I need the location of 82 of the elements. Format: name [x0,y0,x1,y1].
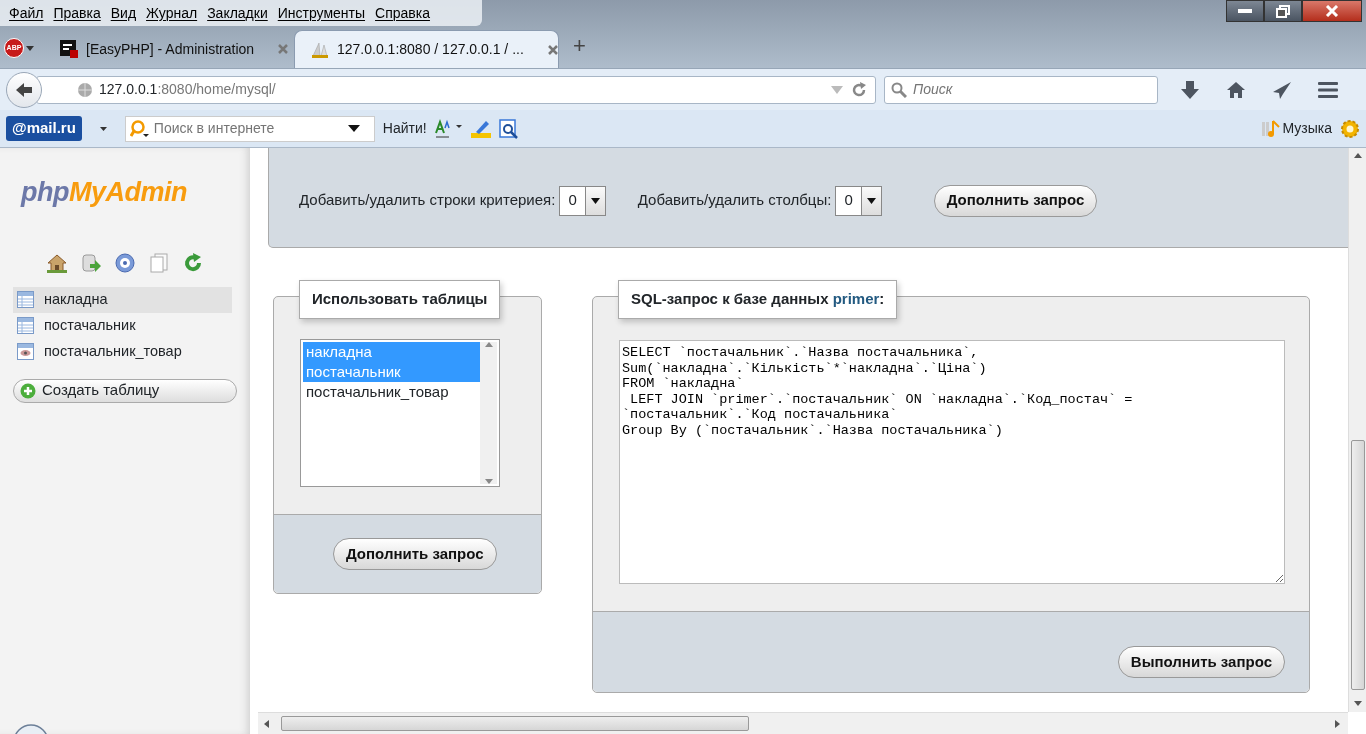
gear-icon[interactable] [1340,118,1360,139]
columns-label: Добавить/удалить столбцы: [637,190,832,211]
restore-icon [1276,4,1290,18]
sidebar-table-item[interactable]: накладна [13,286,232,313]
tab-title: 127.0.0.1:8080 / 127.0.0.1 / ... [337,40,524,59]
music-note-icon [1261,118,1282,139]
back-arrow-icon [15,81,33,98]
scroll-down-icon[interactable] [1354,701,1362,706]
sql-query-field[interactable]: SELECT `постачальник`.`Назва постачальника`, Sum(`накладна`.`Кількість`*`накладна`.`Ціна`) FROM `накладна` LEFT JOIN `primer`.`постачальник` ON `накладна`.`Код_постач` = `постачальник`.`Код постачальника` Group By (`постачальник`.`Назва постачальника`) [619,340,1285,584]
menu-item[interactable]: Вид [105,2,142,24]
dropdown-triangle-icon [831,85,843,94]
vertical-scrollbar[interactable] [1348,148,1366,712]
caret-icon [26,45,34,51]
font-size-icon[interactable] [434,118,463,139]
scroll-up-icon[interactable] [484,342,493,347]
address-field[interactable]: 127.0.0.1:8080/home/mysql/ [36,75,876,104]
highlighter-icon[interactable] [470,118,491,139]
menu-item[interactable]: Файл [4,2,49,24]
scroll-up-icon[interactable] [1354,153,1362,158]
close-icon [1325,5,1339,17]
address-text: 127.0.0.1:8080/home/mysql/ [99,80,276,99]
update-query-button[interactable]: Дополнить запрос [333,538,497,570]
update-query-button[interactable]: Дополнить запрос [933,184,1098,217]
phpmyadmin-logo[interactable]: phpMyAdmin [21,172,250,213]
dropdown-arrow-icon [866,197,876,204]
plus-icon [20,382,36,399]
minimize-button[interactable] [1226,0,1264,22]
new-tab-button[interactable]: + [573,29,586,62]
panel-legend: Использовать таблицы [299,280,501,319]
scroll-right-icon[interactable] [1335,720,1340,728]
tab-close-icon[interactable] [547,44,558,55]
find-button[interactable]: Найти! [382,118,427,139]
minimize-icon [1238,9,1252,13]
back-button[interactable] [6,71,42,108]
create-table-button[interactable]: Создать таблицу [13,378,237,403]
browser-tab[interactable]: [EasyPHP] - Administration [44,30,294,68]
browser-search-field[interactable]: Поиск [884,75,1158,104]
rows-select[interactable]: 0 [559,185,606,216]
menu-item[interactable]: Журнал [141,2,203,24]
dropdown-triangle-icon [347,125,360,132]
square-logo-icon [60,40,78,58]
listbox-option[interactable]: постачальник_товар [303,382,480,402]
sidebar-table-item[interactable]: постачальник [13,312,232,339]
mail-logo[interactable]: @mail.ru [6,116,82,141]
caret-icon[interactable] [99,126,107,131]
page-zoom-icon[interactable] [498,118,519,139]
paper-plane-icon[interactable] [1272,80,1292,99]
database-arrow-icon[interactable] [81,252,101,273]
scroll-down-icon[interactable] [484,479,493,484]
sidebar-table-item[interactable]: постачальник_товар [13,338,232,365]
menu-item[interactable]: Справка [370,2,435,24]
help-icon[interactable] [115,252,135,273]
close-button[interactable] [1302,0,1362,22]
menu-item[interactable]: Инструменты [272,2,371,24]
browser-tab[interactable]: 127.0.0.1:8080 / 127.0.0.1 / ... [294,30,559,68]
restore-button[interactable] [1264,0,1302,22]
scroll-left-icon[interactable] [264,720,269,728]
menu-item[interactable]: Правка [48,2,106,24]
sail-logo-icon [311,40,329,59]
web-search-field[interactable]: Поиск в интернете [124,115,375,142]
table-icon [17,291,34,308]
globe-icon [77,81,93,98]
download-icon[interactable] [1180,79,1200,100]
reload-icon [851,81,867,98]
run-query-button[interactable]: Выполнить запрос [1117,646,1285,678]
dropdown-arrow-icon [590,197,600,204]
view-icon [17,343,34,360]
search-icon [891,81,907,98]
reload-icon[interactable] [183,252,203,273]
panel-legend: SQL-запрос к базе данных primer: [618,280,898,319]
home-icon[interactable] [1226,80,1246,99]
rows-label: Добавить/удалить строки критериея: [299,190,556,211]
horizontal-scrollbar[interactable] [258,712,1348,734]
table-icon [17,317,34,334]
home-icon[interactable] [47,252,67,273]
magnifier-icon [129,119,150,138]
menu-icon[interactable] [1318,81,1338,98]
tables-listbox[interactable]: накладна постачальник постачальник_товар [300,339,500,487]
menu-item[interactable]: Закладки [202,2,273,24]
tab-title: [EasyPHP] - Administration [86,39,255,59]
columns-select[interactable]: 0 [835,185,882,216]
music-button[interactable]: Музыка [1261,118,1332,139]
